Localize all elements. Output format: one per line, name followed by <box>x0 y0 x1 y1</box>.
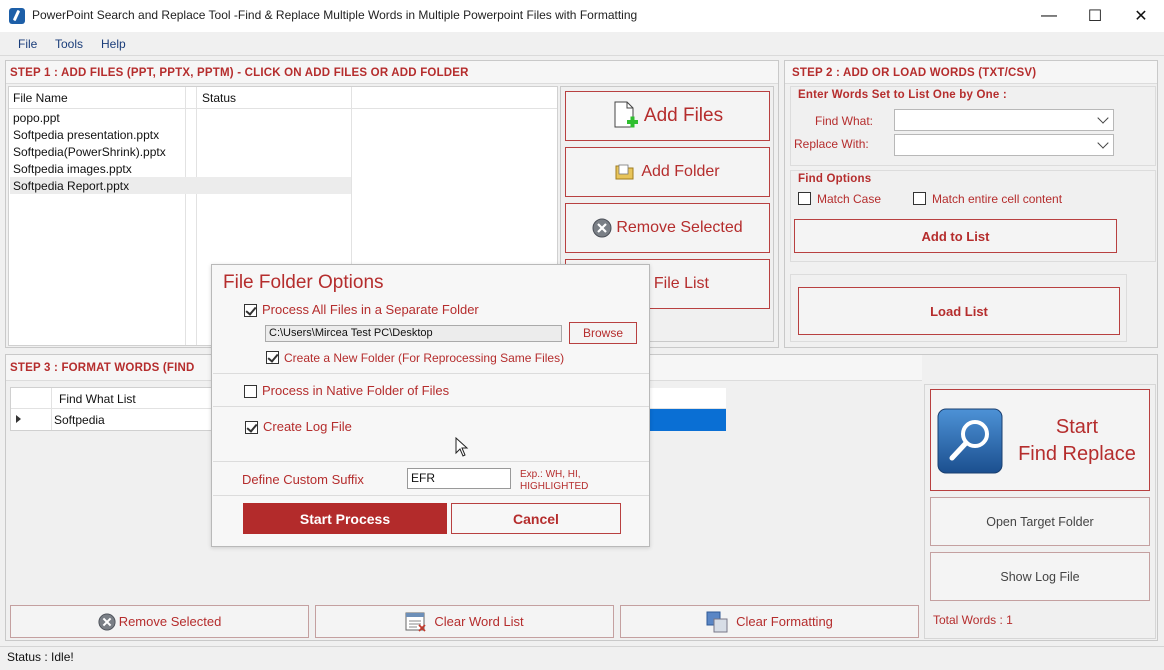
table-row[interactable]: Softpedia <box>54 413 105 427</box>
minimize-button[interactable]: — <box>1026 0 1072 32</box>
file-name-cell: popo.ppt <box>13 111 60 125</box>
remove-selected-words-button[interactable]: Remove Selected <box>10 605 309 638</box>
show-log-file-button[interactable]: Show Log File <box>930 552 1150 601</box>
table-row[interactable]: Softpedia presentation.pptx <box>13 128 353 142</box>
divider <box>213 373 649 374</box>
suffix-hint: Exp.: WH, HI, HIGHLIGHTED <box>520 469 589 492</box>
add-to-list-button[interactable]: Add to List <box>794 219 1117 253</box>
find-what-combobox[interactable] <box>894 109 1114 131</box>
search-icon <box>937 408 1003 474</box>
process-separate-label: Process All Files in a Separate Folder <box>262 302 479 317</box>
file-list-label: File List <box>653 275 709 292</box>
remove-selected-files-button[interactable]: Remove Selected <box>565 203 770 253</box>
file-name-cell: Softpedia presentation.pptx <box>13 128 160 142</box>
step1-title: STEP 1 : ADD FILES (PPT, PPTX, PPTM) - C… <box>10 67 469 79</box>
column-divider <box>196 87 197 345</box>
load-list-button[interactable]: Load List <box>798 287 1120 335</box>
suffix-input[interactable]: EFR <box>407 468 511 489</box>
find-what-label: Find What: <box>815 114 874 128</box>
column-find-what-list[interactable]: Find What List <box>59 392 136 406</box>
clear-formatting-icon <box>706 611 728 632</box>
file-folder-options-dialog: File Folder Options Process All Files in… <box>211 264 650 547</box>
clear-formatting-button[interactable]: Clear Formatting <box>620 605 919 638</box>
step2-title: STEP 2 : ADD OR LOAD WORDS (TXT/CSV) <box>792 67 1037 79</box>
menu-help[interactable]: Help <box>101 37 126 51</box>
status-bar <box>0 646 1164 670</box>
format-color-cell[interactable] <box>650 409 726 431</box>
row-pointer-icon <box>16 415 21 423</box>
match-entire-checkbox[interactable] <box>913 192 926 205</box>
window-title: PowerPoint Search and Replace Tool -Find… <box>32 8 638 22</box>
folder-icon <box>615 164 634 180</box>
table-row[interactable]: Softpedia(PowerShrink).pptx <box>13 145 353 159</box>
table-row[interactable]: Softpedia images.pptx <box>13 162 353 176</box>
find-options-title: Find Options <box>798 173 872 185</box>
step3-title: STEP 3 : FORMAT WORDS (FIND <box>10 362 195 374</box>
clear-word-list-button[interactable]: Clear Word List <box>315 605 614 638</box>
file-name-cell: Softpedia Report.pptx <box>13 179 130 193</box>
menu-tools[interactable]: Tools <box>55 37 83 51</box>
process-native-label: Process in Native Folder of Files <box>262 383 450 398</box>
table-row[interactable]: popo.ppt <box>13 111 353 125</box>
table-row[interactable]: Softpedia Report.pptx <box>13 179 353 193</box>
open-target-folder-button[interactable]: Open Target Folder <box>930 497 1150 546</box>
word-grid-header-ext <box>650 388 726 409</box>
file-name-cell: Softpedia images.pptx <box>13 162 132 176</box>
clear-list-icon <box>405 612 426 632</box>
start-process-button[interactable]: Start Process <box>243 503 447 534</box>
output-path-field[interactable]: C:\Users\Mircea Test PC\Desktop <box>265 325 562 342</box>
column-file-name[interactable]: File Name <box>13 91 68 105</box>
add-files-button[interactable]: Add Files <box>565 91 770 141</box>
create-new-folder-label: Create a New Folder (For Reprocessing Sa… <box>284 351 565 365</box>
add-folder-button[interactable]: Add Folder <box>565 147 770 197</box>
maximize-button[interactable]: ☐ <box>1072 0 1118 32</box>
start-label-line2: Find Replace <box>1018 443 1136 465</box>
create-log-checkbox[interactable] <box>245 421 258 434</box>
create-log-label: Create Log File <box>263 419 352 434</box>
clear-word-list-label: Clear Word List <box>434 614 524 629</box>
clear-formatting-label: Clear Formatting <box>736 614 833 629</box>
word-entry-subtitle: Enter Words Set to List One by One : <box>798 89 1007 101</box>
column-status[interactable]: Status <box>202 91 236 105</box>
file-name-cell: Softpedia(PowerShrink).pptx <box>13 145 166 159</box>
divider <box>213 461 649 462</box>
remove-selected-label: Remove Selected <box>616 219 743 236</box>
start-label-line1: Start <box>1055 416 1099 438</box>
column-divider <box>185 87 186 345</box>
match-entire-label: Match entire cell content <box>932 192 1063 206</box>
process-separate-checkbox[interactable] <box>244 304 257 317</box>
start-find-replace-button[interactable]: Start Find Replace <box>930 389 1150 491</box>
remove-icon <box>98 612 116 631</box>
add-file-icon <box>614 101 638 128</box>
chevron-down-icon <box>1097 137 1109 149</box>
cancel-button[interactable]: Cancel <box>451 503 621 534</box>
create-new-folder-checkbox[interactable] <box>266 351 279 364</box>
remove-selected-words-label: Remove Selected <box>118 614 222 629</box>
remove-icon <box>592 218 612 238</box>
add-folder-label: Add Folder <box>641 163 720 180</box>
match-case-checkbox[interactable] <box>798 192 811 205</box>
divider <box>213 495 649 496</box>
dialog-title: File Folder Options <box>223 272 384 293</box>
replace-with-label: Replace With: <box>794 137 869 151</box>
replace-with-combobox[interactable] <box>894 134 1114 156</box>
app-icon <box>9 8 25 24</box>
process-native-checkbox[interactable] <box>244 385 257 398</box>
total-words-label: Total Words : 1 <box>933 613 1013 627</box>
column-divider <box>51 388 52 430</box>
start-find-replace-label: Start Find Replace <box>1007 414 1147 468</box>
match-case-label: Match Case <box>817 192 882 206</box>
divider <box>213 406 649 407</box>
menu-file[interactable]: File <box>18 37 37 51</box>
add-files-label: Add Files <box>643 105 724 126</box>
status-text: Status : Idle! <box>7 650 74 664</box>
file-grid-header <box>9 87 557 109</box>
browse-button[interactable]: Browse <box>569 322 637 344</box>
close-button[interactable]: ✕ <box>1118 0 1164 32</box>
menu-bar <box>0 32 1164 56</box>
mouse-cursor-icon <box>455 437 469 457</box>
word-list-grid[interactable]: Find What List Softpedia <box>10 387 212 431</box>
suffix-label: Define Custom Suffix <box>242 472 364 487</box>
chevron-down-icon <box>1097 112 1109 124</box>
